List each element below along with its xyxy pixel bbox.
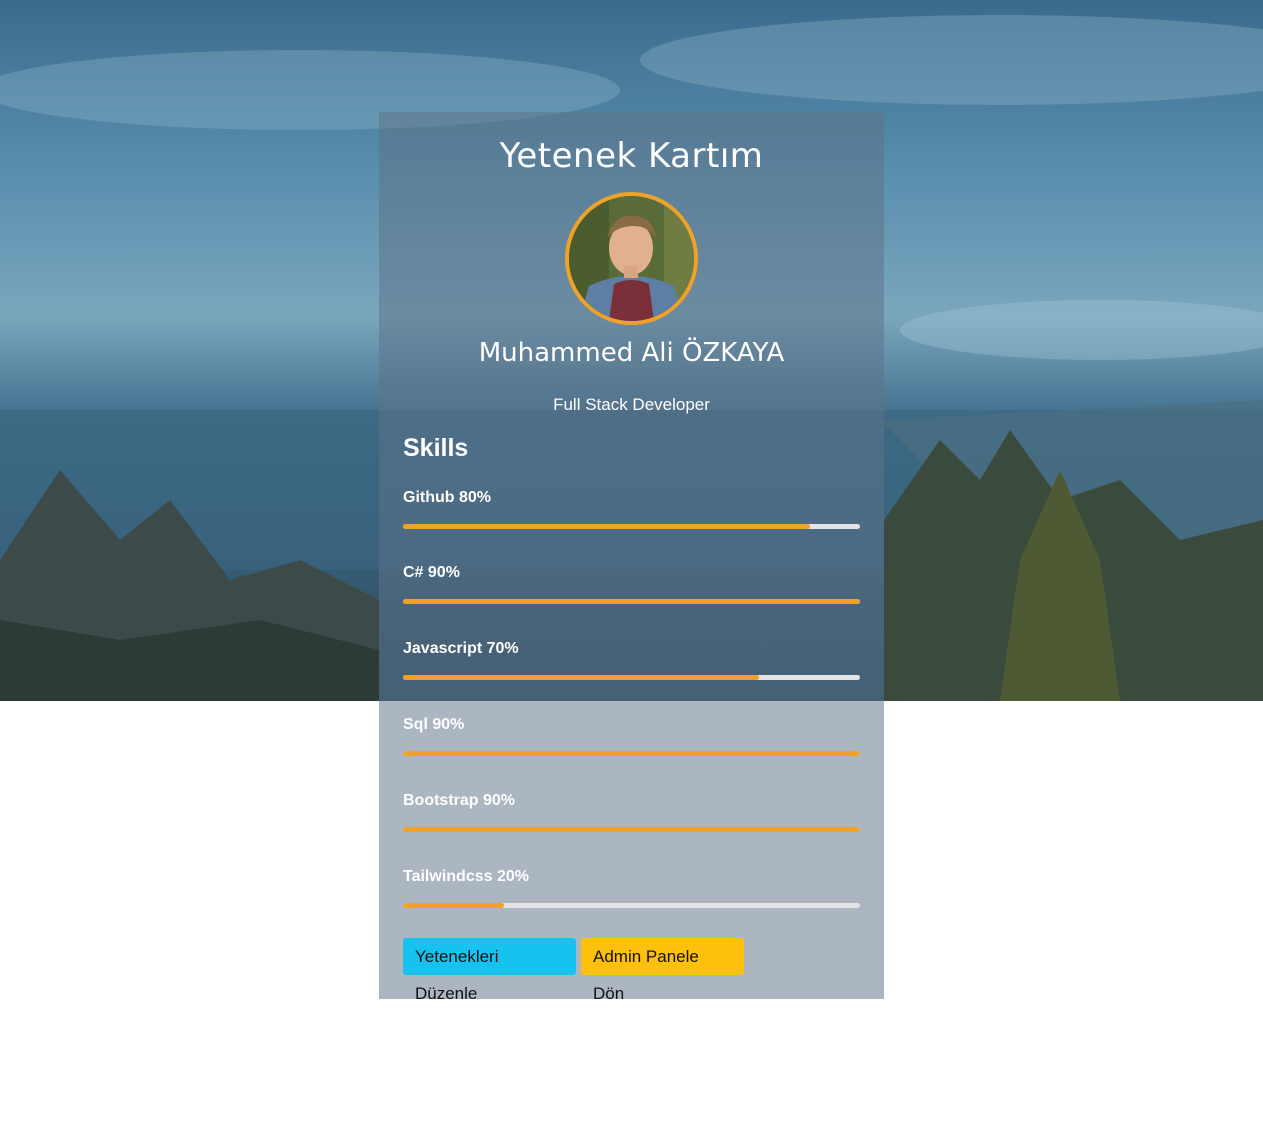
card-title: Yetenek Kartım <box>499 136 764 176</box>
skill-progress-track <box>403 751 860 756</box>
skill-progress-track <box>403 827 860 832</box>
skill-item: C# 90% <box>403 563 860 604</box>
skill-label: Github 80% <box>403 489 492 506</box>
skill-progress-track <box>403 903 860 908</box>
skill-progress-track <box>403 524 860 529</box>
person-role: Full Stack Developer <box>553 395 710 414</box>
skill-progress-track <box>403 599 860 604</box>
avatar <box>565 192 698 325</box>
skill-progress-fill <box>403 524 810 529</box>
profile-photo <box>569 196 694 321</box>
skill-label: Tailwindcss 20% <box>403 868 529 885</box>
skill-progress-fill <box>403 827 860 832</box>
skill-label: C# 90% <box>403 564 460 581</box>
skill-label: Sql 90% <box>403 716 465 733</box>
skill-item: Javascript 70% <box>403 639 860 680</box>
skill-item: Sql 90% <box>403 715 860 756</box>
skill-item: Github 80% <box>403 488 860 529</box>
skill-item: Bootstrap 90% <box>403 791 860 832</box>
skill-progress-fill <box>403 675 760 680</box>
skill-progress-track <box>403 675 860 680</box>
skill-progress-fill <box>403 751 860 756</box>
skills-heading: Skills <box>403 434 469 462</box>
skill-item: Tailwindcss 20% <box>403 867 860 908</box>
skill-progress-fill <box>403 599 860 604</box>
edit-skills-button[interactable]: Yetenekleri Düzenle <box>403 938 576 1003</box>
person-name: Muhammed Ali ÖZKAYA <box>478 338 785 368</box>
skill-label: Javascript 70% <box>403 640 519 657</box>
skill-label: Bootstrap 90% <box>403 792 516 809</box>
skill-progress-fill <box>403 903 504 908</box>
admin-panel-button[interactable]: Admin Panele Dön <box>581 938 744 1003</box>
